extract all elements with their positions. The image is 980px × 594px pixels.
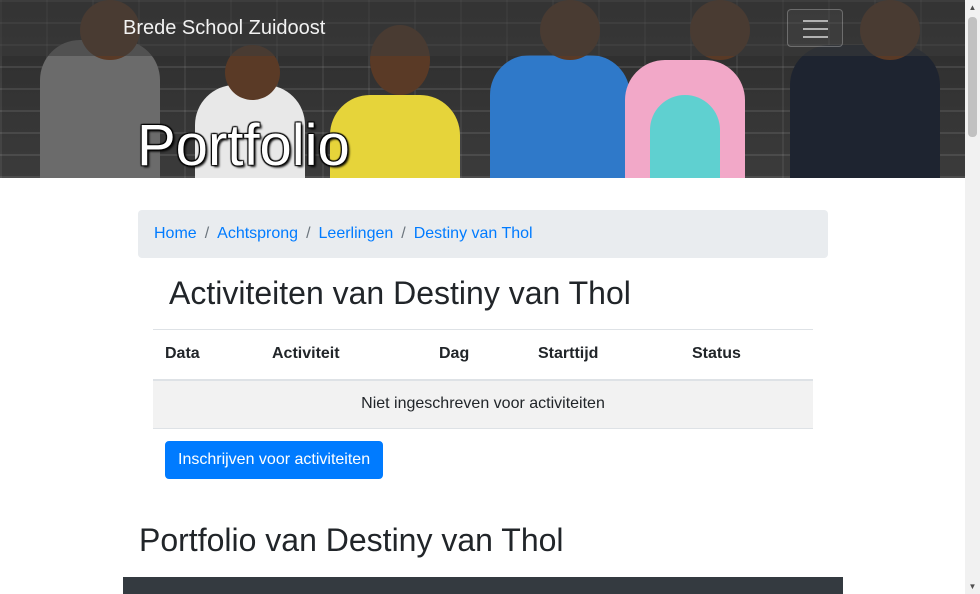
table-row: Niet ingeschreven voor activiteiten [153,379,813,429]
scroll-down-arrow-icon[interactable]: ▼ [965,579,980,594]
hamburger-menu-icon [803,36,828,38]
column-header-data: Data [153,329,260,381]
hamburger-menu-icon [803,28,828,30]
column-header-starttijd: Starttijd [526,329,680,381]
page-scrollbar[interactable]: ▲ ▼ [965,0,980,594]
table-header-row: Data Activiteit Dag Starttijd Status [153,329,813,381]
hero-photo-figure [650,95,720,178]
hamburger-menu-icon [803,20,828,22]
brand-link[interactable]: Brede School Zuidoost [123,17,325,40]
empty-state-message: Niet ingeschreven voor activiteiten [153,379,813,429]
activities-heading: Activiteiten van Destiny van Thol [169,275,631,311]
hero-photo-figure [790,45,940,178]
breadcrumb-separator: / [401,225,406,242]
column-header-activiteit: Activiteit [260,329,427,381]
breadcrumb-separator: / [204,225,210,242]
activities-table: Data Activiteit Dag Starttijd Status Nie… [153,329,813,429]
page-title: Portfolio [137,113,350,178]
breadcrumb: Home / Achtsprong / Leerlingen / Destiny… [138,210,828,258]
breadcrumb-item-student[interactable]: Destiny van Thol [414,225,533,243]
hero-photo-figure [490,55,630,178]
column-header-dag: Dag [427,329,526,381]
top-navbar: Brede School Zuidoost [0,0,965,56]
scroll-up-arrow-icon[interactable]: ▲ [965,0,980,15]
hero-banner: Brede School Zuidoost Portfolio [0,0,965,178]
breadcrumb-separator: / [306,225,311,242]
portfolio-heading: Portfolio van Destiny van Thol [139,522,564,558]
navbar-toggler-button[interactable] [787,9,843,47]
breadcrumb-item-achtsprong[interactable]: Achtsprong [217,225,298,243]
scrollbar-thumb[interactable] [968,17,977,137]
breadcrumb-item-leerlingen[interactable]: Leerlingen [319,225,394,243]
enroll-activities-button[interactable]: Inschrijven voor activiteiten [165,441,384,479]
column-header-status: Status [680,329,813,381]
portfolio-panel [123,577,843,594]
breadcrumb-item-home[interactable]: Home [154,225,197,243]
